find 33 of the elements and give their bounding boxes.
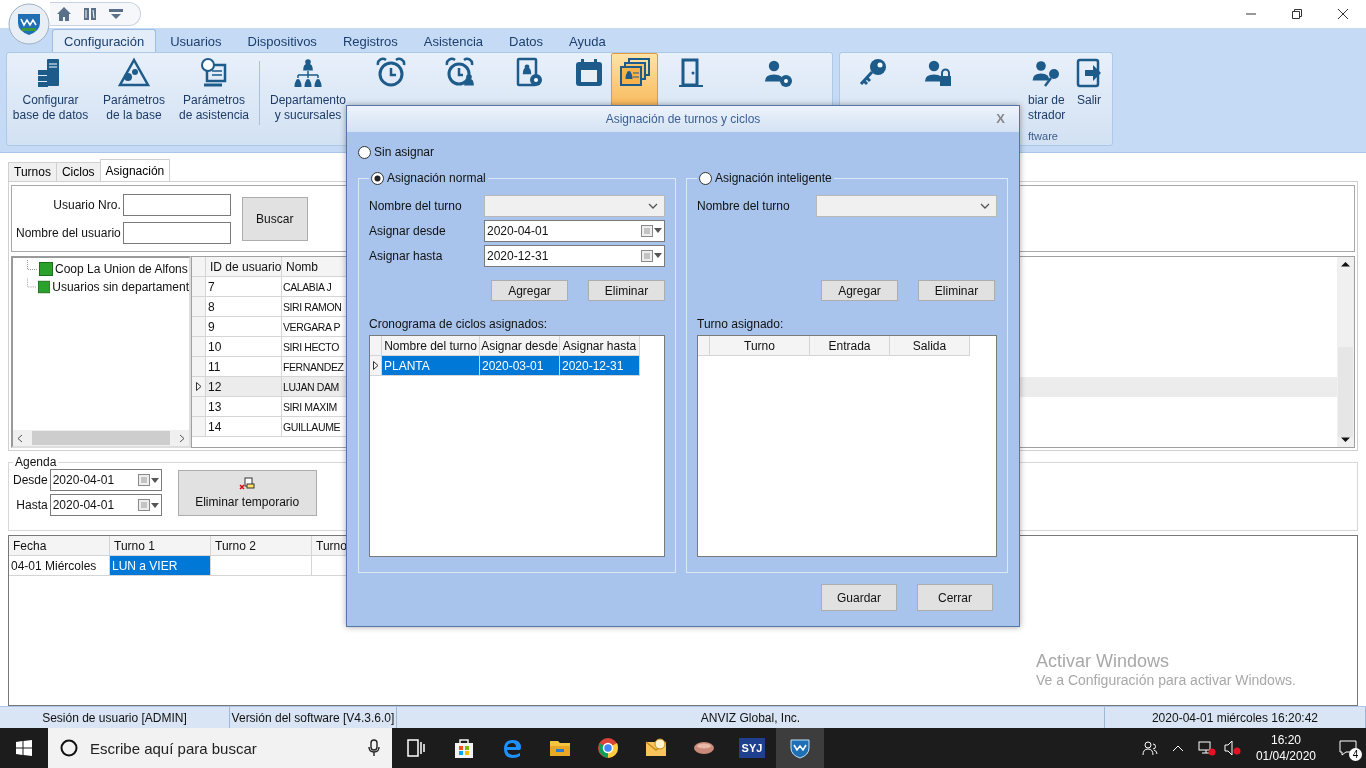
field-label: Usuario Nro. [52, 197, 121, 212]
column-header: Turno [710, 336, 810, 356]
notice-text: Ve a Configuración para activar Windows. [1036, 672, 1296, 688]
column-header: Asignar desde [480, 336, 560, 356]
field-label: Asignar hasta [369, 248, 443, 263]
field-label: Nombre del usuario [16, 225, 121, 240]
table-cell: 14 [206, 417, 282, 437]
notification-badge: 4 [1349, 748, 1362, 761]
field-label: Nombre del turno [697, 198, 790, 213]
section-title: Agenda [14, 455, 58, 469]
group-label: ftware [1027, 129, 1059, 144]
radio-label: Asignación inteligente [715, 171, 832, 185]
field-label: Hasta [15, 498, 48, 512]
field-label: Asignar desde [369, 223, 446, 238]
column-header: Turno [312, 536, 347, 556]
radio-label: Sin asignar [374, 145, 435, 159]
column-header: Entrada [810, 336, 890, 356]
clock: 16:20 01/04/2020 [1255, 732, 1316, 764]
column-header: Nomb [282, 257, 348, 277]
column-header: Asignar hasta [560, 336, 640, 356]
radio-label: Asignación normal [387, 171, 486, 185]
notice-title: Activar Windows [1036, 651, 1171, 672]
column-header: Turno 1 [110, 536, 211, 556]
column-header: Salida [890, 336, 970, 356]
dialog-title: Asignación de turnos y ciclos [605, 112, 761, 126]
column-header: Fecha [9, 536, 110, 556]
field-label: Nombre del turno [369, 198, 462, 213]
section-label: Cronograma de ciclos asignados: [369, 317, 549, 331]
column-header: ID de usuario [206, 257, 282, 277]
column-header: Turno 2 [211, 536, 312, 556]
section-label: Turno asignado: [697, 317, 785, 331]
column-header: Nombre del turno [382, 336, 480, 356]
field-label: Desde [13, 473, 48, 487]
